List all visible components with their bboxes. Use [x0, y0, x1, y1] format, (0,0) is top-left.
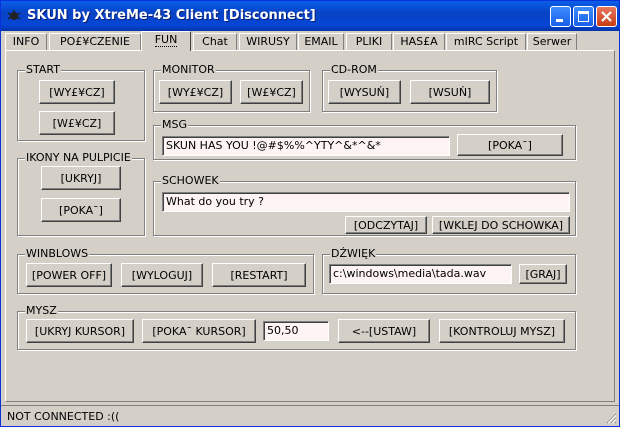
sound-group: DŹWIĘK c:\windows\media\tada.wav [GRAJ]	[322, 247, 576, 294]
control-mouse-button[interactable]: [KONTROLUJ MYSZ]	[439, 319, 565, 343]
show-desktop-icons-button[interactable]: [POKA¯]	[41, 198, 121, 222]
resize-grip-icon[interactable]	[605, 412, 617, 424]
monitor-off-button[interactable]: [WY£¥CZ]	[159, 80, 232, 104]
desktop-icons-group-label: IKONY NA PULPICIE	[25, 151, 132, 164]
msg-group-label: MSG	[161, 118, 188, 131]
cdrom-group-label: CD-ROM	[330, 63, 378, 76]
clipboard-group: SCHOWEK What do you try ? [ODCZYTAJ] [WK…	[153, 174, 576, 236]
tab-server[interactable]: Serwer	[527, 33, 577, 50]
start-on-button[interactable]: [W£¥CZ]	[39, 111, 115, 135]
cdrom-eject-button[interactable]: [WYSUŃ]	[328, 80, 401, 104]
status-text: NOT CONNECTED :((	[7, 410, 120, 423]
msg-group: MSG SKUN HAS YOU !@#$%%^YTY^&*^&* [POKA¯…	[153, 118, 576, 160]
power-off-button[interactable]: [POWER OFF]	[26, 263, 112, 287]
hide-cursor-button[interactable]: [UKRYJ KURSOR]	[26, 319, 134, 343]
cdrom-insert-button[interactable]: [WSUŃ]	[410, 80, 490, 104]
show-cursor-button[interactable]: [POKA¯ KURSOR]	[142, 319, 256, 343]
sound-group-label: DŹWIĘK	[330, 247, 377, 260]
read-clipboard-button[interactable]: [ODCZYTAJ]	[345, 216, 427, 234]
desktop-icons-group: IKONY NA PULPICIE [UKRYJ] [POKA¯]	[17, 151, 145, 236]
clipboard-group-label: SCHOWEK	[161, 174, 220, 187]
maximize-button[interactable]	[573, 6, 594, 27]
fun-panel: START [WY£¥CZ] [W£¥CZ] IKONY NA PULPICIE…	[5, 50, 615, 402]
show-msg-button[interactable]: [POKA¯]	[457, 134, 563, 156]
msg-input[interactable]: SKUN HAS YOU !@#$%%^YTY^&*^&*	[162, 136, 450, 156]
restart-button[interactable]: [RESTART]	[212, 263, 306, 287]
app-window: SKUN by XtreMe-43 Client [Disconnect] IN…	[0, 0, 620, 427]
minimize-icon	[556, 19, 563, 22]
hide-desktop-icons-button[interactable]: [UKRYJ]	[41, 166, 121, 190]
winblows-group: WINBLOWS [POWER OFF] [WYLOGUJ] [RESTART]	[17, 247, 314, 294]
tab-chat[interactable]: Chat	[193, 33, 237, 50]
winblows-group-label: WINBLOWS	[25, 247, 90, 260]
logout-button[interactable]: [WYLOGUJ]	[121, 263, 203, 287]
mouse-group: MYSZ [UKRYJ KURSOR] [POKA¯ KURSOR] 50,50…	[17, 304, 576, 350]
close-icon	[601, 11, 612, 22]
monitor-on-button[interactable]: [W£¥CZ]	[240, 80, 303, 104]
app-icon	[7, 10, 21, 20]
tab-mirc-script[interactable]: mIRC Script	[446, 33, 526, 50]
tab-email[interactable]: EMAIL	[298, 33, 344, 50]
window-title: SKUN by XtreMe-43 Client [Disconnect]	[27, 8, 316, 23]
set-cursor-button[interactable]: <--[USTAW]	[338, 319, 430, 343]
monitor-group-label: MONITOR	[161, 63, 216, 76]
paste-clipboard-button[interactable]: [WKLEJ DO SCHOWKA]	[432, 216, 570, 234]
title-bar[interactable]: SKUN by XtreMe-43 Client [Disconnect]	[1, 1, 619, 31]
close-button[interactable]	[596, 6, 617, 27]
status-bar: NOT CONNECTED :((	[1, 405, 619, 426]
cursor-coords-input[interactable]: 50,50	[263, 321, 329, 341]
tab-viruses[interactable]: WIRUSY	[239, 33, 297, 50]
monitor-group: MONITOR [WY£¥CZ] [W£¥CZ]	[153, 63, 310, 112]
start-group-label: START	[25, 63, 61, 76]
minimize-button[interactable]	[550, 6, 571, 27]
cdrom-group: CD-ROM [WYSUŃ] [WSUŃ]	[322, 63, 497, 112]
tab-files[interactable]: PLIKI	[346, 33, 392, 50]
sound-file-input[interactable]: c:\windows\media\tada.wav	[329, 264, 512, 284]
start-group: START [WY£¥CZ] [W£¥CZ]	[17, 63, 145, 141]
mouse-group-label: MYSZ	[25, 304, 58, 317]
tab-passwords[interactable]: HAS£A	[393, 33, 445, 50]
tab-fun[interactable]: FUN	[141, 31, 191, 51]
clipboard-input[interactable]: What do you try ?	[162, 192, 570, 212]
play-sound-button[interactable]: [GRAJ]	[519, 264, 567, 284]
maximize-icon	[578, 11, 589, 22]
tab-info[interactable]: INFO	[5, 33, 47, 50]
tab-connection[interactable]: PO£¥CZENIE	[49, 33, 141, 50]
start-off-button[interactable]: [WY£¥CZ]	[39, 80, 115, 104]
